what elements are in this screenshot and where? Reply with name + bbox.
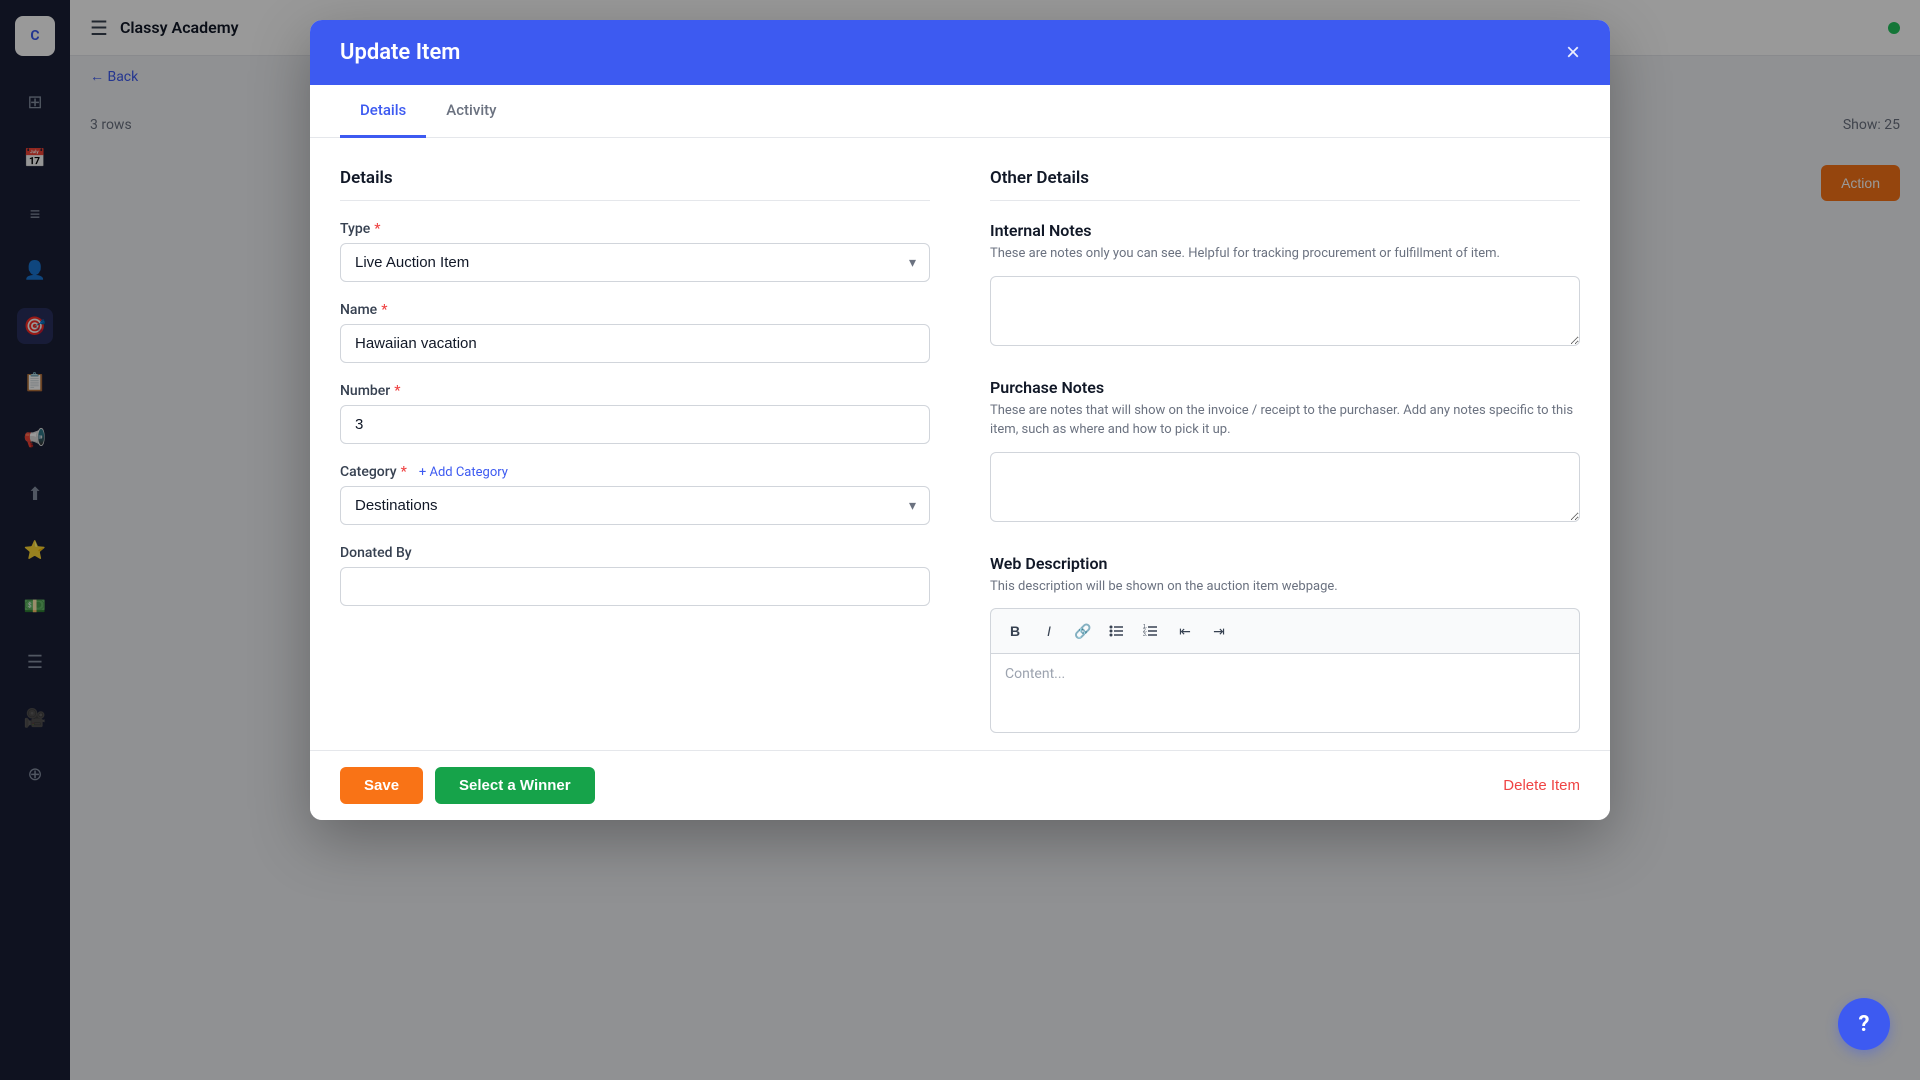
modal-close-button[interactable]: × — [1566, 41, 1580, 65]
modal-body: Details Type * Live Auction Item Silent … — [310, 138, 1610, 750]
add-category-link[interactable]: + Add Category — [419, 465, 508, 480]
select-winner-button[interactable]: Select a Winner — [435, 767, 595, 804]
indent-button[interactable]: ⇥ — [1203, 615, 1235, 647]
italic-button[interactable]: I — [1033, 615, 1065, 647]
outdent-button[interactable]: ⇤ — [1169, 615, 1201, 647]
update-item-modal: Update Item × Details Activity Details T… — [310, 20, 1610, 820]
purchase-notes-title: Purchase Notes — [990, 378, 1580, 397]
category-required-marker: * — [401, 464, 407, 480]
type-label: Type * — [340, 221, 930, 237]
internal-notes-textarea[interactable] — [990, 276, 1580, 346]
internal-notes-title: Internal Notes — [990, 221, 1580, 240]
modal-header: Update Item × — [310, 20, 1610, 85]
internal-notes-subtitle: These are notes only you can see. Helpfu… — [990, 244, 1580, 264]
numbered-list-button[interactable]: 1. 2. 3. — [1135, 615, 1167, 647]
save-button[interactable]: Save — [340, 767, 423, 804]
tab-activity[interactable]: Activity — [426, 85, 516, 138]
web-description-title: Web Description — [990, 554, 1580, 573]
donated-by-label: Donated By — [340, 545, 930, 561]
left-column: Details Type * Live Auction Item Silent … — [340, 168, 930, 720]
number-required-marker: * — [394, 383, 400, 399]
help-button[interactable]: ? — [1838, 998, 1890, 1050]
web-description-subtitle: This description will be shown on the au… — [990, 577, 1580, 597]
donated-by-field-group: Donated By — [340, 545, 930, 606]
name-label: Name * — [340, 302, 930, 318]
details-section-title: Details — [340, 168, 930, 201]
bullet-list-button[interactable] — [1101, 615, 1133, 647]
donated-by-input[interactable] — [340, 567, 930, 606]
other-details-title: Other Details — [990, 168, 1580, 201]
link-button[interactable]: 🔗 — [1067, 615, 1099, 647]
purchase-notes-textarea[interactable] — [990, 452, 1580, 522]
purchase-notes-subtitle: These are notes that will show on the in… — [990, 401, 1580, 440]
purchase-notes-section: Purchase Notes These are notes that will… — [990, 378, 1580, 526]
modal-tabs: Details Activity — [310, 85, 1610, 138]
delete-item-button[interactable]: Delete Item — [1503, 777, 1580, 794]
category-select-wrapper: Destinations Experiences Art Sports Trav… — [340, 486, 930, 525]
number-label: Number * — [340, 383, 930, 399]
category-field-group: Category * + Add Category Destinations E… — [340, 464, 930, 525]
category-select[interactable]: Destinations Experiences Art Sports Trav… — [340, 486, 930, 525]
category-label: Category * + Add Category — [340, 464, 930, 480]
rich-text-toolbar: B I 🔗 — [990, 608, 1580, 653]
web-description-section: Web Description This description will be… — [990, 554, 1580, 734]
name-required-marker: * — [381, 302, 387, 318]
web-description-editor[interactable]: Content... — [990, 653, 1580, 733]
modal-overlay: Update Item × Details Activity Details T… — [0, 0, 1920, 1080]
bold-button[interactable]: B — [999, 615, 1031, 647]
type-field-group: Type * Live Auction Item Silent Auction … — [340, 221, 930, 282]
type-select[interactable]: Live Auction Item Silent Auction Item Ra… — [340, 243, 930, 282]
number-input[interactable] — [340, 405, 930, 444]
svg-text:3.: 3. — [1143, 632, 1147, 638]
tab-details[interactable]: Details — [340, 85, 426, 138]
footer-left-buttons: Save Select a Winner — [340, 767, 595, 804]
modal-title: Update Item — [340, 40, 460, 65]
modal-footer: Save Select a Winner Delete Item — [310, 750, 1610, 820]
type-required-marker: * — [374, 221, 380, 237]
type-select-wrapper: Live Auction Item Silent Auction Item Ra… — [340, 243, 930, 282]
number-field-group: Number * — [340, 383, 930, 444]
name-input[interactable] — [340, 324, 930, 363]
internal-notes-section: Internal Notes These are notes only you … — [990, 221, 1580, 350]
name-field-group: Name * — [340, 302, 930, 363]
right-column: Other Details Internal Notes These are n… — [990, 168, 1580, 720]
